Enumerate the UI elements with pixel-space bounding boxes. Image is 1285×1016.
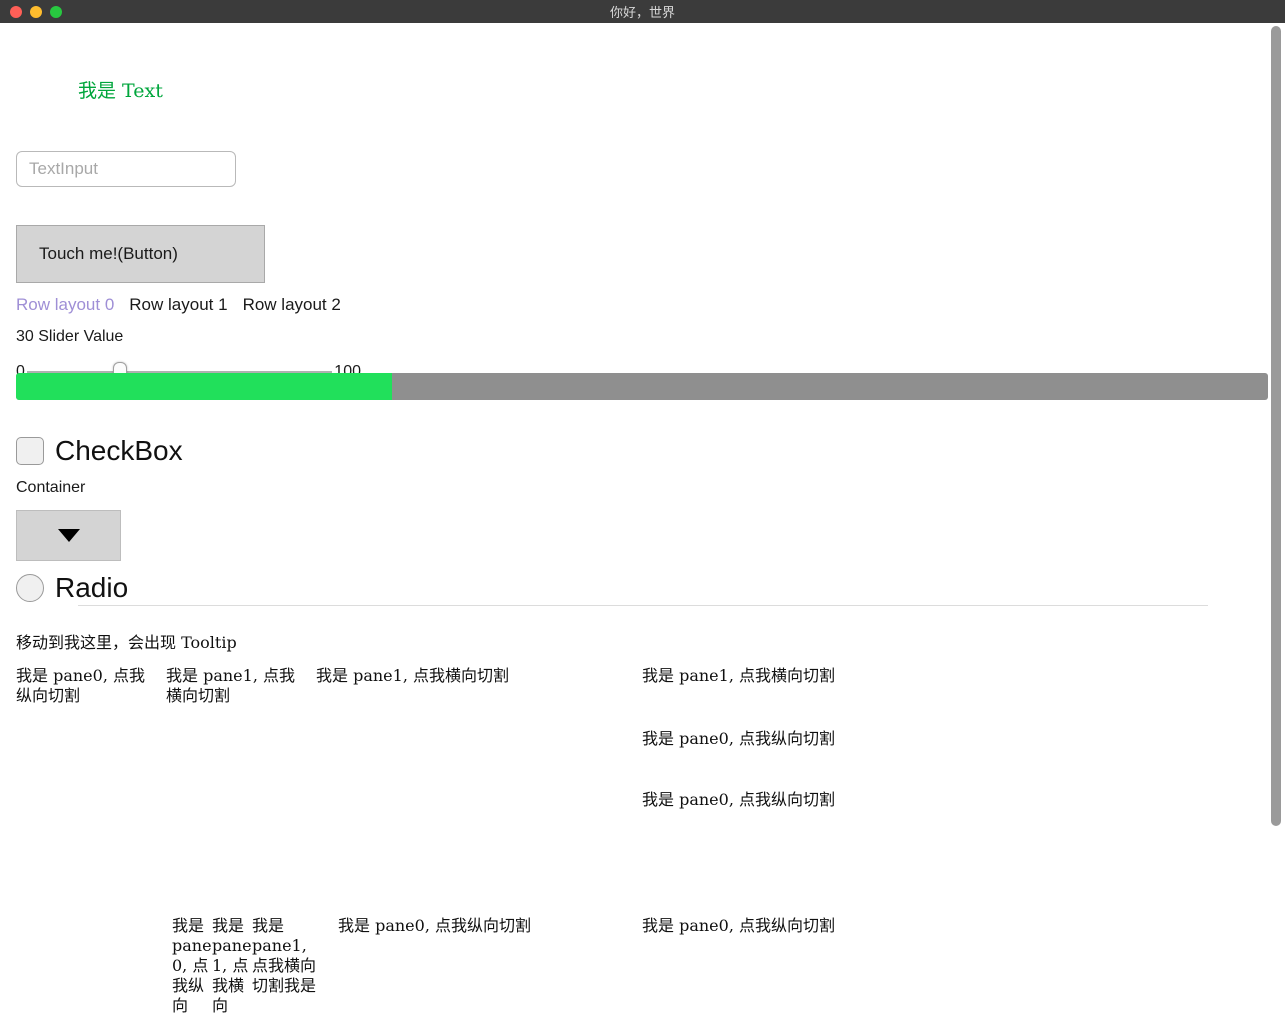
minimize-button-icon[interactable]: [30, 6, 42, 18]
touch-me-button[interactable]: Touch me!(Button): [16, 225, 265, 283]
maximize-button-icon[interactable]: [50, 6, 62, 18]
checkbox-row[interactable]: CheckBox: [16, 435, 183, 467]
tooltip-trigger-text[interactable]: 移动到我这里，会出现 Tooltip: [16, 633, 237, 653]
pane-text-lower-left-2[interactable]: 我是 pane1, 点我横向切割我是: [252, 916, 326, 996]
pane-text-upper-right-2[interactable]: 我是 pane0, 点我纵向切割: [642, 790, 835, 810]
radio-label: Radio: [55, 572, 128, 604]
tab-row-layout-0[interactable]: Row layout 0: [16, 295, 114, 315]
checkbox-label: CheckBox: [55, 435, 183, 467]
close-button-icon[interactable]: [10, 6, 22, 18]
vertical-scrollbar[interactable]: [1269, 23, 1283, 990]
text-input[interactable]: [16, 151, 236, 187]
radio-input[interactable]: [16, 574, 44, 602]
pane-text-upper-right-1[interactable]: 我是 pane0, 点我纵向切割: [642, 729, 835, 749]
chevron-down-icon: [58, 529, 80, 542]
tab-row-layout-2[interactable]: Row layout 2: [243, 295, 341, 315]
radio-row[interactable]: Radio: [16, 572, 128, 604]
text-sample-label: 我是 Text: [78, 76, 163, 103]
horizontal-divider: [78, 605, 1208, 606]
slider-value-label: 30 Slider Value: [16, 328, 123, 346]
progress-bar-fill: [16, 373, 392, 400]
pane-text-lower-left-0[interactable]: 我是 pane0, 点我纵向: [172, 916, 214, 1016]
window-title: 你好，世界: [0, 2, 1285, 21]
pane-text-upper-left-0[interactable]: 我是 pane0, 点我纵向切割: [16, 666, 156, 706]
traffic-light-controls: [10, 6, 62, 18]
pane-text-upper-left-1[interactable]: 我是 pane1, 点我横向切割: [166, 666, 306, 706]
window-titlebar: 你好，世界: [0, 0, 1285, 23]
container-label: Container: [16, 479, 85, 497]
pane-text-lower-left-1[interactable]: 我是 pane1, 点我横向: [212, 916, 254, 1016]
pane-text-lower-left-3[interactable]: 我是 pane0, 点我纵向切割: [338, 916, 531, 936]
vertical-scrollbar-thumb[interactable]: [1271, 26, 1281, 826]
main-content: 我是 Text Touch me!(Button) Row layout 0 R…: [0, 23, 1285, 990]
pane-text-upper-left-2[interactable]: 我是 pane1, 点我横向切割: [316, 666, 556, 686]
row-layout-tab-bar: Row layout 0 Row layout 1 Row layout 2: [16, 295, 341, 315]
dropdown-select[interactable]: [16, 510, 121, 561]
pane-text-upper-right-0[interactable]: 我是 pane1, 点我横向切割: [642, 666, 835, 686]
tab-row-layout-1[interactable]: Row layout 1: [129, 295, 227, 315]
progress-bar: [16, 373, 1268, 400]
checkbox-input[interactable]: [16, 437, 44, 465]
pane-text-lower-right-0[interactable]: 我是 pane0, 点我纵向切割: [642, 916, 835, 936]
